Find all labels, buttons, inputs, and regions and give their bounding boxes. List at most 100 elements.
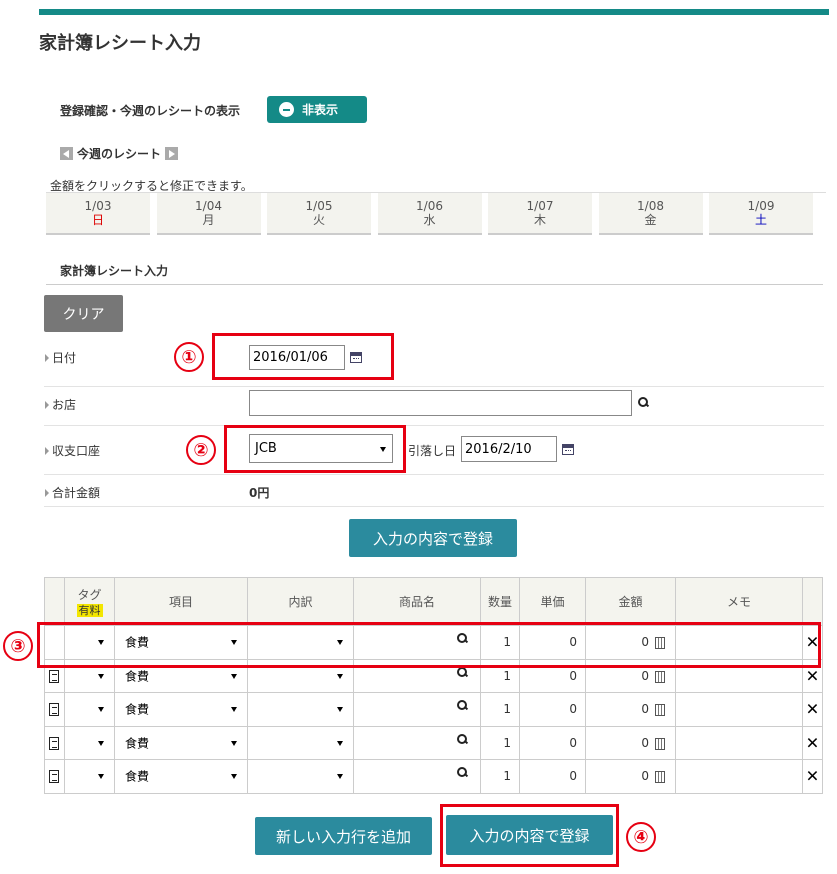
chevron-down-icon [380, 446, 386, 452]
calculator-icon[interactable] [655, 704, 665, 716]
marker-1: ① [174, 342, 204, 372]
day-weekday: 木 [533, 213, 546, 227]
item-value: 食費 [125, 669, 150, 684]
row-divider [44, 386, 824, 387]
chevron-down-icon [337, 707, 343, 713]
unit-value: 0 [569, 769, 577, 784]
amount-input[interactable]: 0 [585, 692, 676, 727]
register-button-bottom[interactable]: 入力の内容で登録 [446, 815, 613, 855]
day-cell[interactable]: 1/09 土 [709, 193, 813, 235]
row-copy-cell[interactable] [44, 725, 65, 760]
unit-input[interactable]: 0 [519, 692, 586, 727]
highlight-box-3 [37, 622, 821, 668]
item-value: 食費 [125, 769, 150, 784]
page-title: 家計簿レシート入力 [39, 33, 201, 54]
day-cell[interactable]: 1/03 日 [46, 193, 150, 235]
item-value: 食費 [125, 702, 150, 717]
qty-input[interactable]: 1 [480, 725, 520, 760]
clear-button[interactable]: クリア [44, 295, 123, 332]
search-icon[interactable] [457, 733, 468, 745]
chevron-down-icon [337, 740, 343, 746]
confirm-label: 登録確認・今週のレシートの表示 [60, 104, 241, 118]
close-icon[interactable]: ✕ [806, 767, 819, 786]
search-icon[interactable] [457, 666, 468, 678]
unit-value: 0 [569, 735, 577, 750]
delete-cell[interactable]: ✕ [802, 725, 823, 760]
memo-input[interactable] [675, 692, 803, 727]
withdraw-date-input[interactable]: 2016/2/10 [461, 436, 557, 462]
tag-select[interactable] [64, 725, 115, 760]
day-weekday: 月 [202, 213, 215, 227]
unit-input[interactable]: 0 [519, 725, 586, 760]
week-label: 今週のレシート [77, 147, 162, 161]
chevron-down-icon [337, 673, 343, 679]
marker-2: ② [186, 435, 216, 465]
table-row: 食費 1 0 0 ✕ [44, 725, 823, 760]
calculator-icon[interactable] [655, 737, 665, 750]
item-select[interactable]: 食費 [114, 692, 248, 727]
marker-3: ③ [3, 631, 33, 661]
product-input[interactable] [353, 725, 481, 760]
memo-input[interactable] [675, 759, 803, 794]
memo-input[interactable] [675, 725, 803, 760]
detail-select[interactable] [247, 759, 354, 794]
total-label-text: 合計金額 [52, 486, 101, 500]
item-select[interactable]: 食費 [114, 725, 248, 760]
delete-cell[interactable]: ✕ [802, 692, 823, 727]
qty-value: 1 [503, 735, 511, 750]
week-day-bar: 1/03 日 1/04 月 1/05 火 1/06 水 1/07 木 1/08 金 1/09… [46, 192, 826, 235]
detail-select[interactable] [247, 725, 354, 760]
item-select[interactable]: 食費 [114, 759, 248, 794]
day-cell[interactable]: 1/06 水 [377, 193, 482, 235]
add-row-button[interactable]: 新しい入力行を追加 [255, 817, 432, 855]
copy-icon[interactable] [49, 736, 59, 750]
hide-button[interactable]: 非表示 [267, 96, 367, 123]
search-icon[interactable] [638, 397, 649, 408]
product-input[interactable] [353, 759, 481, 794]
search-icon[interactable] [457, 700, 468, 711]
day-cell[interactable]: 1/08 金 [598, 193, 703, 235]
calculator-icon[interactable] [655, 771, 665, 783]
detail-select[interactable] [247, 692, 354, 727]
calendar-icon[interactable] [562, 444, 574, 455]
search-icon[interactable] [457, 767, 468, 778]
day-date: 1/05 [305, 199, 333, 213]
copy-icon[interactable] [49, 669, 59, 683]
tag-select[interactable] [64, 692, 115, 727]
prev-week-icon[interactable] [60, 147, 73, 160]
amount-input[interactable]: 0 [585, 759, 676, 794]
close-icon[interactable]: ✕ [806, 733, 819, 752]
account-select-value: JCB [255, 441, 277, 456]
next-week-icon[interactable] [165, 147, 179, 160]
amount-input[interactable]: 0 [585, 725, 676, 760]
tag-select[interactable] [64, 759, 115, 794]
copy-icon[interactable] [49, 770, 59, 783]
day-cell[interactable]: 1/05 火 [267, 193, 371, 235]
qty-input[interactable]: 1 [480, 759, 520, 794]
chevron-down-icon [98, 673, 104, 679]
register-button-top[interactable]: 入力の内容で登録 [349, 519, 517, 557]
delete-cell[interactable]: ✕ [802, 759, 823, 794]
copy-icon[interactable] [49, 703, 59, 716]
day-date: 1/06 [416, 199, 443, 213]
calculator-icon[interactable] [655, 670, 665, 683]
unit-input[interactable]: 0 [519, 759, 586, 794]
table-header-row: タグ 有料 項目 内訳 商品名 数量 単価 金額 メモ [44, 577, 823, 626]
row-copy-cell[interactable] [44, 692, 65, 727]
row-copy-cell[interactable] [44, 759, 65, 794]
account-select[interactable]: JCB [249, 434, 393, 463]
date-label: 日付 [45, 349, 76, 366]
qty-input[interactable]: 1 [480, 692, 520, 727]
product-input[interactable] [353, 692, 481, 727]
day-cell[interactable]: 1/04 月 [156, 193, 261, 235]
day-cell[interactable]: 1/07 木 [488, 193, 592, 235]
calendar-icon[interactable] [350, 352, 362, 363]
shop-input[interactable] [249, 390, 632, 416]
day-weekday: 金 [644, 213, 657, 227]
header-tag: タグ 有料 [64, 577, 115, 626]
date-input[interactable]: 2016/01/06 [249, 345, 345, 370]
close-icon[interactable]: ✕ [806, 700, 819, 719]
close-icon[interactable]: ✕ [806, 666, 819, 685]
paid-badge: 有料 [76, 604, 103, 617]
amount-value: 0 [641, 769, 649, 784]
